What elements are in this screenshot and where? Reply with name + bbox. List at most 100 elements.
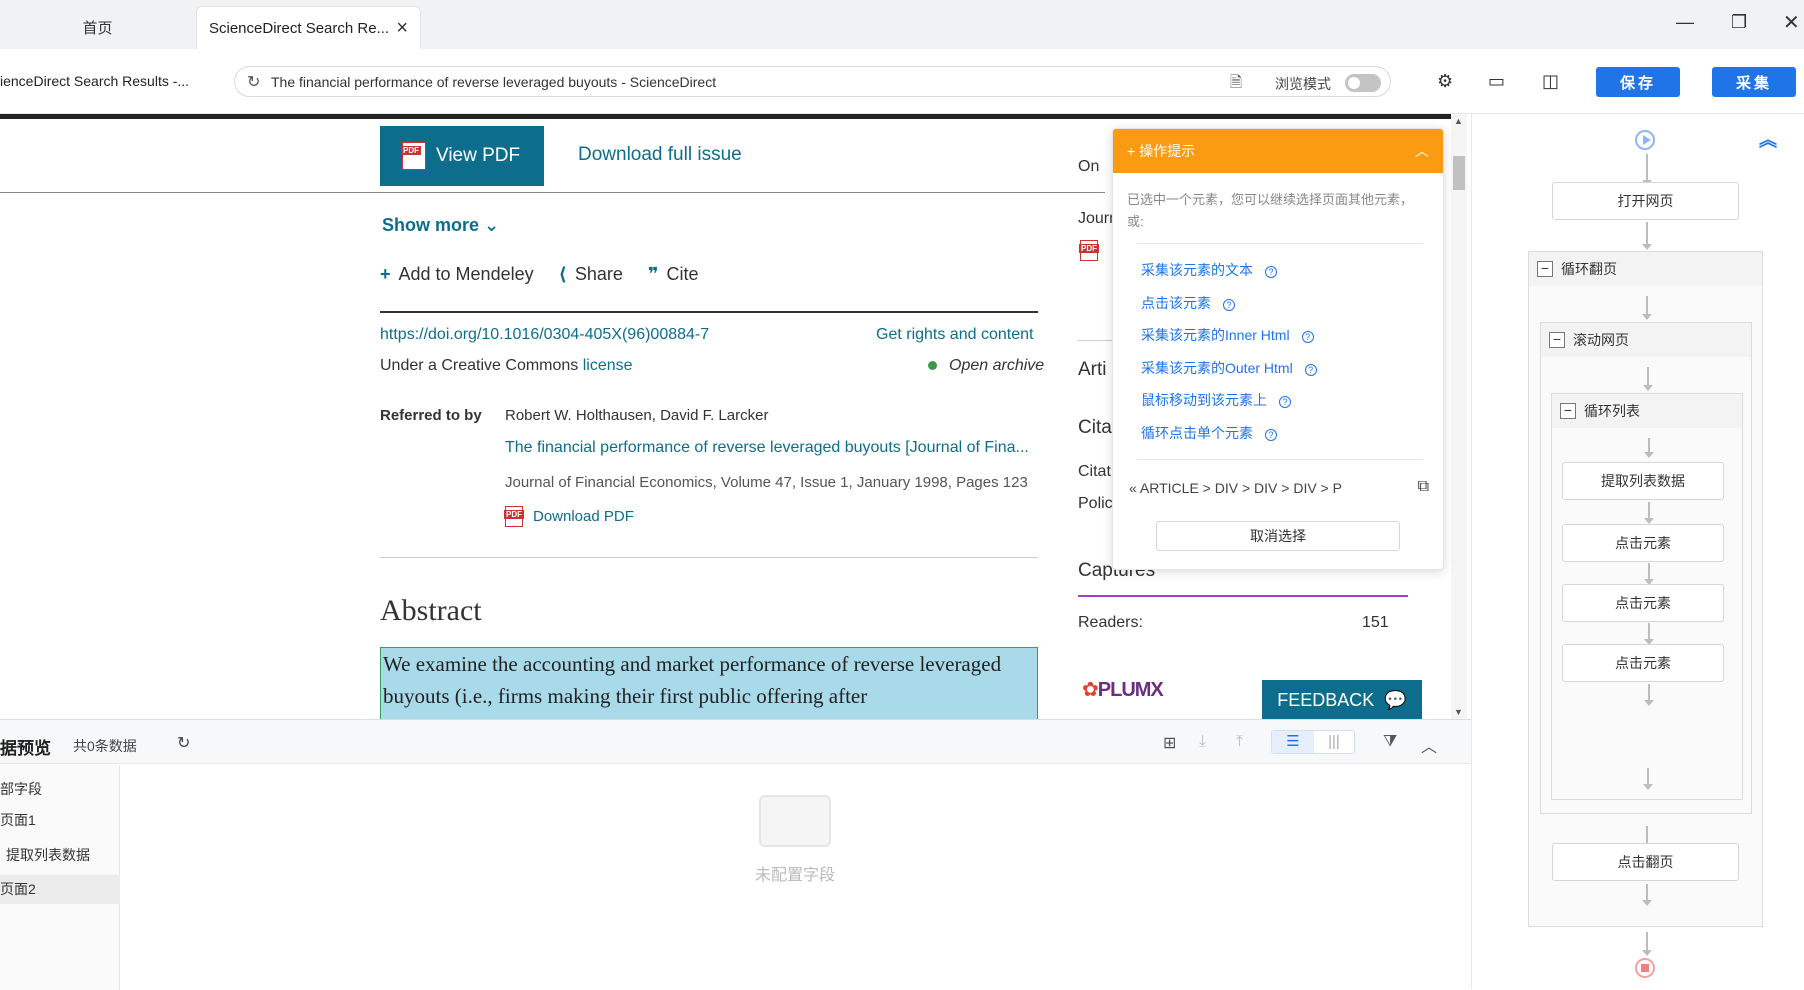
help-icon[interactable]: ?	[1265, 266, 1277, 278]
url-text[interactable]: The financial performance of reverse lev…	[271, 74, 716, 90]
page-scrollbar[interactable]: ▲ ▼	[1451, 114, 1467, 719]
plus-icon: +	[380, 264, 391, 284]
element-breadcrumb: « ARTICLE > DIV > DIV > DIV > P ⧉	[1129, 478, 1429, 496]
flow-scroll-page-header[interactable]: − 滚动网页	[1541, 323, 1751, 357]
collapse-minus-icon[interactable]: −	[1560, 403, 1576, 419]
referred-title-link[interactable]: The financial performance of reverse lev…	[505, 439, 1029, 457]
flow-node-click-1[interactable]: 点击元素	[1562, 524, 1724, 562]
empty-text: 未配置字段	[754, 867, 835, 884]
sidebar-item-all-fields[interactable]: 部字段	[0, 775, 120, 804]
flow-node-extract-list[interactable]: 提取列表数据	[1562, 462, 1724, 500]
view-pdf-button[interactable]: View PDF	[380, 126, 544, 186]
refresh-icon[interactable]: ↻	[247, 72, 260, 92]
tab-sciencedirect[interactable]: ScienceDirect Search Re... ×	[196, 6, 421, 49]
double-up-icon[interactable]: ︽	[1759, 126, 1777, 152]
empty-box-icon	[759, 795, 831, 847]
layout-bottom-icon[interactable]: ▭	[1488, 71, 1505, 92]
abstract-text-selected[interactable]: We examine the accounting and market per…	[380, 647, 1038, 719]
download-issue-link[interactable]: Download full issue	[578, 144, 742, 166]
hint-option-outer-html[interactable]: 采集该元素的Outer Html?	[1141, 352, 1443, 385]
flow-arrow	[1642, 296, 1652, 320]
flow-node-click-2[interactable]: 点击元素	[1562, 584, 1724, 622]
tab-home[interactable]: 首页	[0, 6, 195, 49]
double-left-icon[interactable]: «	[1129, 480, 1137, 496]
document-icon[interactable]: 🗎	[1230, 72, 1242, 97]
save-button[interactable]: 保存	[1596, 67, 1680, 97]
preview-title: 据预览	[0, 739, 51, 758]
help-icon[interactable]: ?	[1265, 428, 1277, 441]
license-link[interactable]: license	[583, 357, 633, 374]
flow-node-click-3[interactable]: 点击元素	[1562, 644, 1724, 682]
external-link-icon[interactable]: ⧉	[1418, 478, 1429, 496]
address-bar[interactable]: ↻ The financial performance of reverse l…	[234, 66, 1391, 97]
referred-authors: Robert W. Holthausen, David F. Larcker	[505, 407, 769, 424]
hint-option-hover[interactable]: 鼠标移动到该元素上?	[1141, 384, 1443, 417]
flow-node-open-page[interactable]: 打开网页	[1552, 182, 1739, 220]
rights-link[interactable]: Get rights and content	[876, 326, 1033, 344]
gear-icon[interactable]: ⚙	[1437, 71, 1453, 92]
flow-arrow	[1642, 932, 1652, 956]
close-tab-icon[interactable]: ×	[396, 18, 408, 38]
hint-option-label: 采集该元素的Outer Html	[1141, 359, 1293, 376]
flow-arrow	[1644, 623, 1654, 645]
previous-tab-title[interactable]: ienceDirect Search Results -...	[0, 73, 189, 89]
refresh-icon[interactable]: ↻	[177, 733, 190, 753]
scrollbar-thumb[interactable]	[1453, 156, 1465, 190]
right-col-citation-label: Citat	[1078, 463, 1111, 480]
help-icon[interactable]: ?	[1304, 363, 1317, 376]
cancel-selection-button[interactable]: 取消选择	[1156, 521, 1400, 551]
minimize-icon[interactable]: —	[1676, 12, 1694, 33]
scroll-up-icon[interactable]: ▲	[1454, 116, 1463, 126]
doi-link[interactable]: https://doi.org/10.1016/0304-405X(96)008…	[380, 326, 709, 344]
right-col-heading: On	[1078, 158, 1100, 175]
sidebar-item-page1[interactable]: 页面1	[0, 806, 120, 835]
filter-icon[interactable]: ⧩	[1383, 733, 1397, 751]
referred-download-pdf[interactable]: Download PDF	[504, 506, 634, 527]
upload-icon[interactable]: ⤒	[1236, 733, 1243, 751]
pdf-icon	[401, 142, 426, 170]
right-col-article-heading: Arti	[1078, 359, 1107, 380]
layout-side-icon[interactable]: ◫	[1542, 71, 1559, 92]
add-field-icon[interactable]: ⊞	[1163, 733, 1176, 753]
add-mendeley-button[interactable]: + Add to Mendeley	[380, 264, 534, 284]
collect-button[interactable]: 采集	[1712, 67, 1796, 97]
field-sidebar: 部字段 页面1 提取列表数据 页面2	[0, 765, 120, 990]
collapse-minus-icon[interactable]: −	[1537, 261, 1553, 277]
share-button[interactable]: ⟨ Share	[559, 264, 623, 284]
list-view-icon[interactable]: ☰	[1272, 731, 1314, 753]
collapse-up-icon[interactable]: ︿	[1421, 733, 1437, 757]
close-window-icon[interactable]: ✕	[1783, 10, 1800, 35]
show-more-button[interactable]: Show more ⌄	[382, 215, 499, 236]
flow-loop-page-label: 循环翻页	[1561, 261, 1617, 277]
collapse-minus-icon[interactable]: −	[1549, 332, 1565, 348]
plumx-logo[interactable]: ✿PLUMX	[1082, 677, 1164, 702]
open-archive-badge: Open archive	[928, 357, 1044, 375]
hint-option-loop-click[interactable]: 循环点击单个元素?	[1141, 417, 1443, 450]
open-archive-label: Open archive	[949, 357, 1045, 374]
page-top-border	[0, 114, 1451, 119]
hint-option-click[interactable]: 点击该元素?	[1141, 287, 1443, 320]
scroll-down-icon[interactable]: ▼	[1454, 707, 1463, 717]
column-view-icon[interactable]: |||	[1314, 731, 1354, 753]
hint-option-inner-html[interactable]: 采集该元素的Inner Html?	[1141, 319, 1443, 352]
add-mendeley-label: Add to Mendeley	[398, 264, 534, 284]
breadcrumb-path[interactable]: ARTICLE > DIV > DIV > DIV > P	[1140, 480, 1342, 496]
help-icon[interactable]: ?	[1279, 396, 1291, 408]
hint-option-collect-text[interactable]: 采集该元素的文本?	[1141, 254, 1443, 287]
flow-loop-list-header[interactable]: − 循环列表	[1552, 394, 1742, 428]
restore-icon[interactable]: ❐	[1731, 12, 1747, 33]
browse-mode-toggle[interactable]	[1345, 74, 1381, 92]
feedback-button[interactable]: FEEDBACK 💬	[1262, 680, 1422, 719]
start-icon	[1635, 130, 1655, 150]
cite-button[interactable]: ❞ Cite	[648, 264, 699, 284]
empty-state: 未配置字段	[740, 795, 850, 885]
flow-loop-page-header[interactable]: − 循环翻页	[1529, 252, 1762, 286]
sidebar-item-extract-list[interactable]: 提取列表数据	[0, 841, 120, 870]
collapse-up-icon[interactable]: ︿	[1415, 141, 1429, 161]
help-icon[interactable]: ?	[1301, 331, 1314, 343]
flow-arrow	[1642, 222, 1652, 250]
sidebar-item-page2[interactable]: 页面2	[0, 875, 120, 904]
help-icon[interactable]: ?	[1223, 298, 1235, 311]
flow-node-click-next[interactable]: 点击翻页	[1552, 843, 1739, 881]
download-icon[interactable]: ⤓	[1199, 733, 1206, 751]
